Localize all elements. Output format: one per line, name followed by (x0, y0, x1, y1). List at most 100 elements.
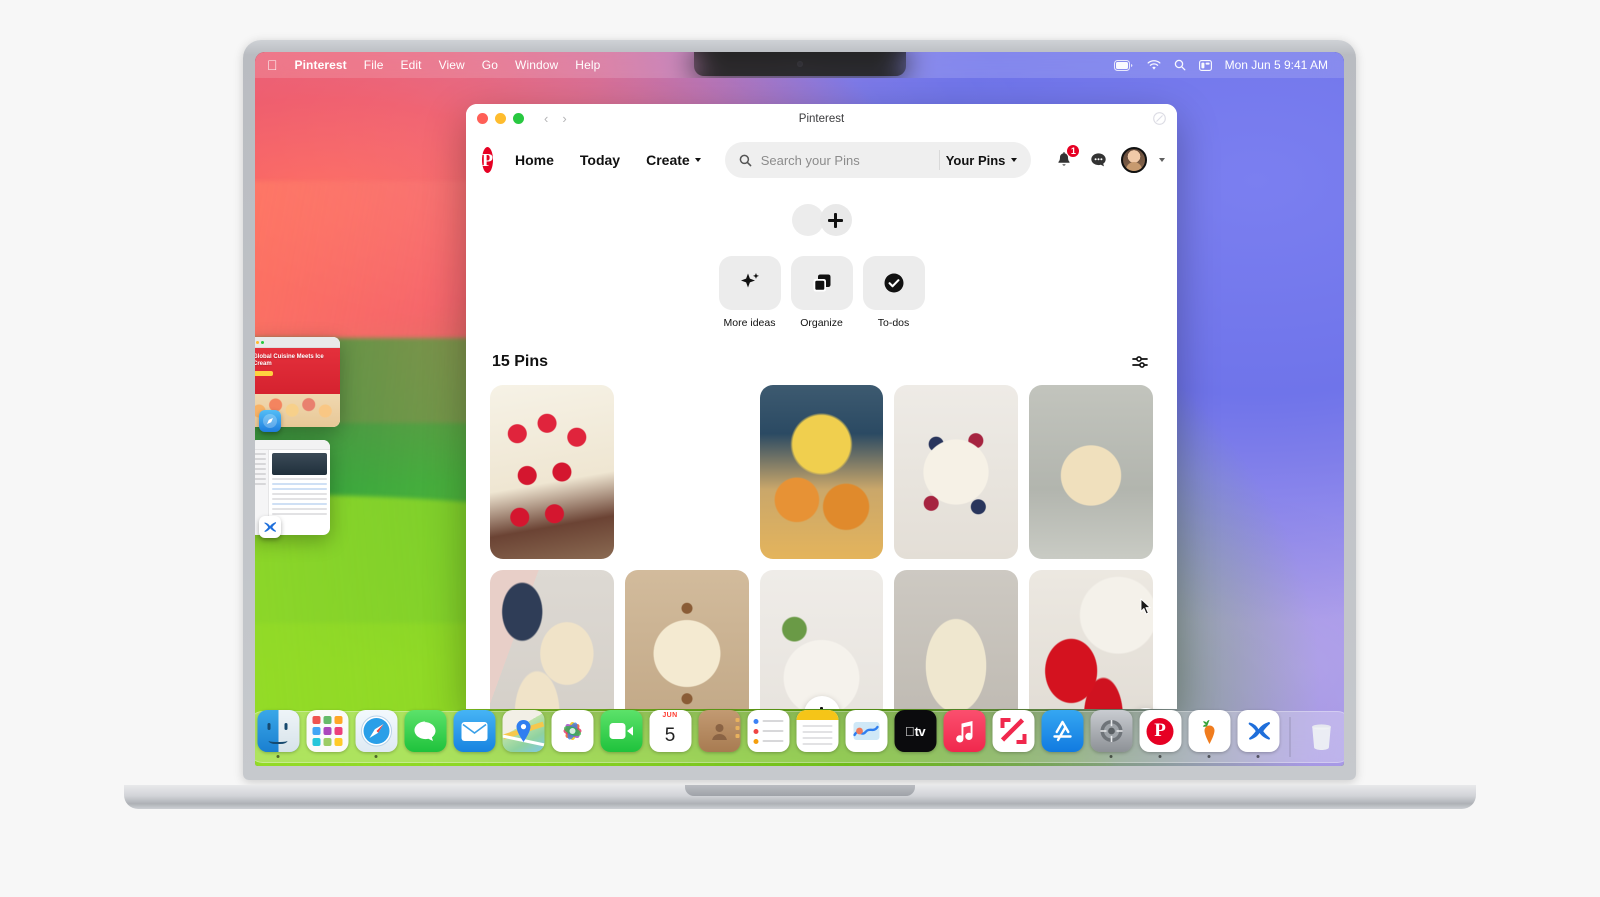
dock-item-launchpad[interactable] (305, 710, 349, 758)
menubar-clock[interactable]: Mon Jun 5 9:41 AM (1225, 58, 1328, 72)
pin-item[interactable] (490, 570, 614, 709)
add-board-button[interactable] (819, 204, 852, 236)
dock-item-finder[interactable] (256, 710, 300, 758)
sidebar-toggle-icon[interactable] (1153, 112, 1166, 125)
x-app-icon[interactable] (259, 516, 281, 538)
pinterest-app-window[interactable]: ‹ › Pinterest P Home Today Create Search… (466, 104, 1177, 709)
calendar-month: JUN (649, 710, 691, 721)
forward-button[interactable]: › (562, 112, 566, 125)
dock-item-pinterest[interactable]: P (1138, 710, 1182, 758)
calendar-day: 5 (664, 725, 676, 746)
dock-item-music[interactable] (942, 710, 986, 758)
action-label: Organize (800, 317, 843, 329)
pin-item[interactable] (894, 570, 1019, 709)
laptop-screen:  Pinterest File Edit View Go Window Hel… (255, 52, 1344, 766)
nav-home[interactable]: Home (505, 145, 564, 175)
menu-item-help[interactable]: Help (575, 58, 600, 72)
close-button[interactable] (477, 113, 488, 124)
nav-today[interactable]: Today (570, 145, 630, 175)
control-center-icon[interactable] (1198, 59, 1212, 71)
running-indicator (620, 755, 623, 758)
menu-app-name[interactable]: Pinterest (295, 58, 347, 72)
nav-create[interactable]: Create (636, 145, 711, 175)
running-indicator (963, 755, 966, 758)
action-todos[interactable]: To-dos (862, 256, 925, 329)
dock-item-mail[interactable] (452, 710, 496, 758)
news-icon (992, 710, 1034, 752)
dock-item-reminders[interactable] (746, 710, 790, 758)
quick-actions: More ideas Organize To-dos (490, 256, 1153, 329)
dock-item-appstore[interactable] (1040, 710, 1084, 758)
carrot-icon (1188, 710, 1230, 752)
pin-item[interactable] (624, 570, 749, 709)
dock-item-freeform[interactable] (844, 710, 888, 758)
pin-item[interactable] (1029, 570, 1153, 709)
minimize-button[interactable] (495, 113, 506, 124)
dock-item-trash[interactable] (1299, 710, 1343, 758)
running-indicator (1256, 755, 1260, 758)
maximize-button[interactable] (513, 113, 524, 124)
pin-item[interactable] (759, 385, 884, 559)
action-more-ideas[interactable]: More ideas (718, 256, 781, 329)
search-scope-label: Your Pins (945, 152, 1006, 168)
bg-headline: Global Cuisine Meets Ice Cream (255, 354, 324, 367)
trash-icon (1300, 710, 1342, 752)
apple-menu-icon[interactable]:  (267, 58, 278, 72)
dock-item-maps[interactable] (501, 710, 545, 758)
x-app-icon (1237, 710, 1279, 752)
safari-icon[interactable] (259, 410, 281, 432)
running-indicator (326, 755, 329, 758)
menu-item-go[interactable]: Go (482, 58, 498, 72)
window-nav: ‹ › (544, 112, 567, 125)
dock-item-photos[interactable] (550, 710, 594, 758)
chevron-down-icon[interactable] (1159, 158, 1166, 162)
dock-item-notes[interactable] (795, 710, 839, 758)
avatar[interactable] (1121, 147, 1148, 173)
wifi-icon[interactable] (1147, 59, 1161, 71)
dock-item-appletv[interactable]: tv (893, 710, 937, 758)
running-indicator (1158, 755, 1162, 758)
freeform-icon (845, 710, 887, 752)
search-divider (938, 150, 940, 170)
dock-item-system-settings[interactable] (1089, 710, 1133, 758)
notifications-badge: 1 (1066, 144, 1081, 158)
menu-item-view[interactable]: View (439, 58, 465, 72)
pins-grid (490, 385, 1153, 709)
messages-button[interactable] (1087, 149, 1109, 171)
dock-item-news[interactable] (991, 710, 1035, 758)
action-organize[interactable]: Organize (790, 256, 853, 329)
running-indicator (473, 755, 476, 758)
back-button[interactable]: ‹ (544, 112, 548, 125)
menu-item-window[interactable]: Window (515, 58, 558, 72)
pin-item[interactable] (625, 385, 749, 559)
plus-icon (828, 212, 843, 228)
music-icon (943, 710, 985, 752)
search-input[interactable] (751, 152, 937, 168)
dock-item-x-app[interactable] (1236, 710, 1280, 758)
sliders-icon[interactable] (1129, 351, 1151, 373)
primary-nav: Home Today Create (505, 145, 711, 175)
pin-item[interactable] (1029, 385, 1153, 559)
dock-item-contacts[interactable] (697, 710, 741, 758)
search-bar[interactable]: Your Pins (724, 142, 1032, 178)
plus-icon (814, 706, 829, 709)
pin-item[interactable] (490, 385, 614, 559)
running-indicator (669, 755, 672, 758)
dock-item-safari[interactable] (354, 710, 398, 758)
pinterest-icon: P (1139, 710, 1181, 752)
menu-item-edit[interactable]: Edit (401, 58, 422, 72)
dock-item-carrot[interactable] (1187, 710, 1231, 758)
search-icon[interactable] (1174, 59, 1186, 71)
pin-item[interactable] (894, 385, 1019, 559)
menu-item-file[interactable]: File (364, 58, 384, 72)
dock-item-calendar[interactable]: JUN 5 (648, 710, 692, 758)
search-scope-dropdown[interactable]: Your Pins (946, 153, 1026, 168)
dock-item-facetime[interactable] (599, 710, 643, 758)
pinterest-logo-icon[interactable]: P (482, 147, 493, 173)
pin-item[interactable] (759, 570, 884, 709)
mail-icon (453, 710, 495, 752)
notifications-button[interactable]: 1 (1053, 144, 1081, 171)
battery-icon[interactable] (1113, 59, 1134, 71)
dock-item-messages[interactable] (403, 710, 447, 758)
running-indicator (1320, 755, 1323, 758)
